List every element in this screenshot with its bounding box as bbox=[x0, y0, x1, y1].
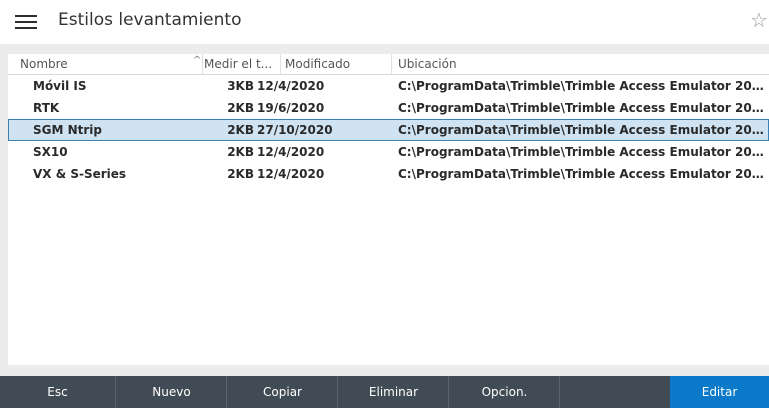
favorite-star-icon[interactable]: ☆ bbox=[750, 8, 768, 32]
column-header-name[interactable]: Nombre bbox=[20, 57, 68, 71]
cell-name: SGM Ntrip bbox=[33, 123, 103, 137]
table-header: Nombre ^ Medir el t... Modificado Ubicac… bbox=[8, 54, 769, 75]
cell-modified: 12/4/2020 bbox=[257, 145, 325, 159]
cell-location: C:\ProgramData\Trimble\Trimble Access Em… bbox=[398, 167, 768, 181]
cell-location: C:\ProgramData\Trimble\Trimble Access Em… bbox=[398, 79, 768, 93]
cell-location: C:\ProgramData\Trimble\Trimble Access Em… bbox=[398, 101, 768, 115]
sort-ascending-icon: ^ bbox=[193, 55, 202, 66]
new-button[interactable]: Nuevo bbox=[115, 376, 227, 408]
cell-modified: 27/10/2020 bbox=[257, 123, 333, 137]
options-button[interactable]: Opcion. bbox=[448, 376, 560, 408]
table-row[interactable]: RTK 2KB 19/6/2020 C:\ProgramData\Trimble… bbox=[8, 97, 769, 119]
esc-button[interactable]: Esc bbox=[0, 376, 115, 408]
cell-modified: 19/6/2020 bbox=[257, 101, 325, 115]
cell-location: C:\ProgramData\Trimble\Trimble Access Em… bbox=[398, 123, 768, 137]
table-body: Móvil IS 3KB 12/4/2020 C:\ProgramData\Tr… bbox=[8, 75, 769, 185]
delete-button[interactable]: Eliminar bbox=[337, 376, 449, 408]
cell-size: 2KB bbox=[227, 123, 254, 137]
column-divider[interactable] bbox=[202, 54, 203, 74]
cell-size: 2KB bbox=[227, 101, 254, 115]
column-header-modified[interactable]: Modificado bbox=[285, 57, 350, 71]
table-row[interactable]: VX & S-Series 2KB 12/4/2020 C:\ProgramDa… bbox=[8, 163, 769, 185]
column-divider[interactable] bbox=[280, 54, 281, 74]
cell-size: 2KB bbox=[227, 145, 254, 159]
cell-name: VX & S-Series bbox=[33, 167, 127, 181]
cell-location: C:\ProgramData\Trimble\Trimble Access Em… bbox=[398, 145, 768, 159]
edit-button[interactable]: Editar bbox=[670, 376, 769, 408]
cell-name: RTK bbox=[33, 101, 60, 115]
empty-softkey bbox=[559, 376, 671, 408]
title-bar: Estilos levantamiento ☆ bbox=[0, 0, 769, 44]
table-row[interactable]: Móvil IS 3KB 12/4/2020 C:\ProgramData\Tr… bbox=[8, 75, 769, 97]
softkey-bar: Esc Nuevo Copiar Eliminar Opcion. Editar bbox=[0, 376, 769, 408]
cell-modified: 12/4/2020 bbox=[257, 79, 325, 93]
file-list-panel: Nombre ^ Medir el t... Modificado Ubicac… bbox=[8, 54, 769, 365]
cell-size: 2KB bbox=[227, 167, 254, 181]
table-row-selected[interactable]: SGM Ntrip 2KB 27/10/2020 C:\ProgramData\… bbox=[8, 119, 769, 141]
copy-button[interactable]: Copiar bbox=[226, 376, 338, 408]
cell-name: Móvil IS bbox=[33, 79, 87, 93]
page-title: Estilos levantamiento bbox=[58, 10, 242, 30]
table-row[interactable]: SX10 2KB 12/4/2020 C:\ProgramData\Trimbl… bbox=[8, 141, 769, 163]
menu-icon[interactable] bbox=[15, 14, 37, 30]
cell-modified: 12/4/2020 bbox=[257, 167, 325, 181]
column-header-location[interactable]: Ubicación bbox=[398, 57, 457, 71]
column-divider[interactable] bbox=[391, 54, 392, 74]
cell-size: 3KB bbox=[227, 79, 254, 93]
column-header-size[interactable]: Medir el t... bbox=[204, 57, 272, 71]
cell-name: SX10 bbox=[33, 145, 68, 159]
